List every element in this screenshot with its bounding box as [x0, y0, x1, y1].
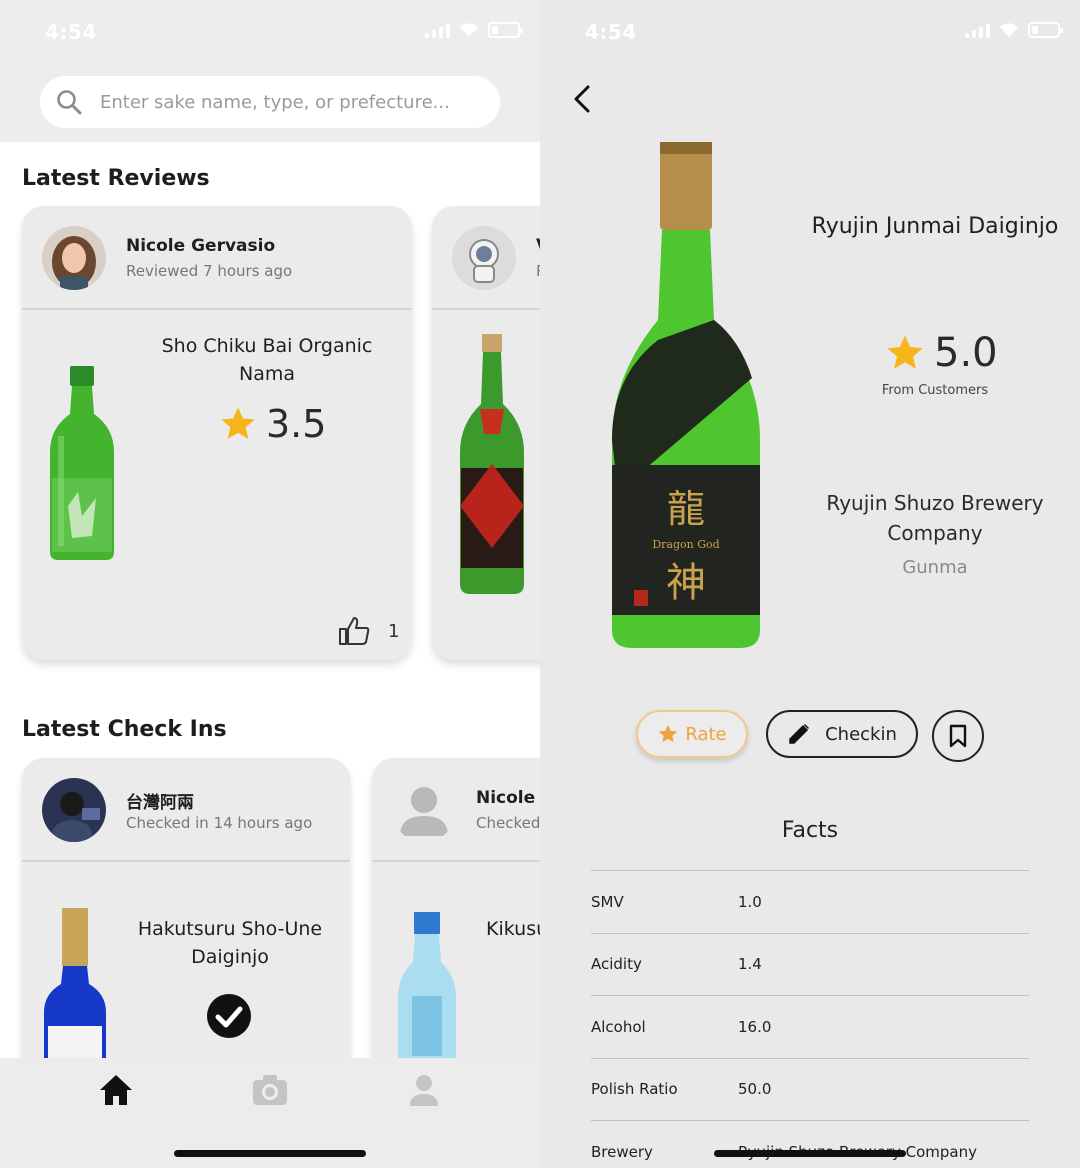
home-screen: 4:54 Latest Reviews Nicole Gervasio Revi…	[0, 0, 540, 1168]
fact-row: SMV 1.0	[591, 870, 1029, 933]
checkin-card-header: Nicole V Checked	[372, 758, 540, 862]
sake-bottle-image	[44, 908, 106, 1068]
fact-value: 16.0	[738, 1017, 772, 1036]
star-icon	[221, 407, 255, 439]
svg-text:龍: 龍	[667, 487, 705, 531]
fact-row: Acidity 1.4	[591, 932, 1029, 996]
facts-table: SMV 1.0 Acidity 1.4 Alcohol 16.0 Polish …	[591, 870, 1029, 1168]
wifi-icon	[1000, 23, 1018, 37]
profile-icon[interactable]	[404, 1070, 444, 1110]
home-indicator	[174, 1150, 366, 1157]
checkin-user-name[interactable]: 台灣阿兩	[126, 788, 194, 813]
battery-icon	[488, 22, 523, 38]
bookmark-button[interactable]	[932, 710, 984, 762]
checkin-time: Checked in 14 hours ago	[126, 814, 313, 832]
sake-name[interactable]: Hakutsuru Sho-Une Daiginjo	[120, 915, 340, 971]
search-icon	[57, 90, 82, 115]
reviewer-name[interactable]: Nicole Gervasio	[126, 236, 275, 256]
star-icon	[887, 335, 923, 369]
star-icon	[659, 724, 678, 743]
signal-icon	[965, 24, 990, 38]
review-time: Reviewed 7 hours ago	[126, 262, 293, 280]
svg-text:神: 神	[666, 560, 706, 606]
like-count: 1	[388, 620, 400, 642]
checkmark-icon	[207, 994, 251, 1038]
sake-detail-screen: 4:54 龍 Dragon God 神 Ryujin Junmai Daigin…	[540, 0, 1080, 1168]
fact-row: Brewery Ryujin Shuzo Brewery Company	[591, 1120, 1029, 1168]
sake-title: Ryujin Junmai Daiginjo	[811, 214, 1059, 239]
fact-label: Polish Ratio	[591, 1080, 678, 1099]
checkin-user-name[interactable]: Nicole V	[476, 788, 540, 808]
thumbs-up-icon[interactable]	[338, 616, 370, 646]
svg-text:Dragon God: Dragon God	[652, 538, 719, 551]
like-control[interactable]: 1	[338, 616, 399, 646]
sake-bottle-image	[460, 334, 524, 594]
rating-display: 5.0	[884, 330, 998, 376]
latest-reviews-title: Latest Reviews	[22, 166, 210, 191]
fact-label: Acidity	[591, 955, 642, 974]
status-time: 4:54	[45, 20, 97, 44]
rate-button[interactable]: Rate	[636, 710, 748, 758]
sake-name[interactable]: Sho Chiku Bai Organic Nama	[142, 332, 392, 388]
rating-value: 3.5	[266, 402, 327, 446]
review-card[interactable]: Nicole Gervasio Reviewed 7 hours ago Sho…	[22, 206, 412, 660]
battery-icon	[1028, 22, 1063, 38]
fact-label: SMV	[591, 892, 624, 911]
sake-bottle-image	[50, 366, 114, 560]
status-bar: 4:54	[540, 0, 1080, 64]
review-card-header: V R	[432, 206, 540, 310]
review-card-header: Nicole Gervasio Reviewed 7 hours ago	[22, 206, 412, 310]
avatar[interactable]	[392, 778, 456, 842]
review-card[interactable]: V R	[432, 206, 540, 660]
fact-value: 50.0	[738, 1080, 772, 1099]
avatar[interactable]	[452, 226, 516, 290]
status-bar: 4:54	[0, 0, 540, 64]
prefecture: Gunma	[902, 557, 968, 578]
fact-value: 1.4	[738, 955, 762, 974]
checkin-button-label: Checkin	[825, 723, 897, 745]
fact-row: Alcohol 16.0	[591, 995, 1029, 1058]
fact-label: Alcohol	[591, 1017, 646, 1036]
back-arrow-icon[interactable]	[568, 84, 598, 114]
pencil-icon	[789, 723, 810, 744]
search-bar[interactable]	[40, 76, 500, 128]
sake-bottle-image	[398, 912, 456, 1072]
rating-caption: From Customers	[881, 383, 989, 398]
default-user-icon	[400, 787, 448, 836]
wifi-icon	[460, 23, 478, 37]
rate-button-label: Rate	[685, 723, 727, 745]
brewery-name[interactable]: Ryujin Shuzo Brewery Company	[810, 488, 1060, 548]
camera-icon[interactable]	[250, 1070, 290, 1110]
rating-value: 5.0	[934, 330, 998, 376]
home-icon[interactable]	[96, 1070, 136, 1110]
rating-display: 3.5	[218, 402, 326, 446]
home-indicator	[714, 1150, 906, 1157]
checkin-card-header: 台灣阿兩 Checked in 14 hours ago	[22, 758, 350, 862]
checkin-time: Checked	[476, 814, 540, 832]
sake-bottle-image: 龍 Dragon God 神	[612, 142, 760, 648]
avatar[interactable]	[42, 226, 106, 290]
fact-value: 1.0	[738, 892, 762, 911]
checkin-button[interactable]: Checkin	[766, 710, 918, 758]
fact-row: Polish Ratio 50.0	[591, 1057, 1029, 1121]
bookmark-icon	[949, 724, 967, 748]
signal-icon	[425, 24, 450, 38]
sake-name[interactable]: Kikusu	[486, 915, 540, 943]
avatar[interactable]	[42, 778, 106, 842]
status-time: 4:54	[585, 20, 637, 44]
facts-title: Facts	[781, 818, 839, 843]
latest-checkins-title: Latest Check Ins	[22, 717, 227, 742]
search-input[interactable]	[100, 91, 480, 113]
